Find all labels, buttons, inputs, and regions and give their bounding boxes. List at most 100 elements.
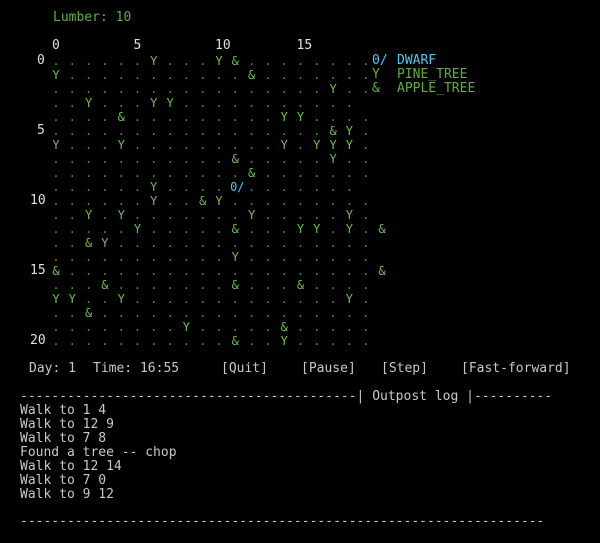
- ground-tile: .: [52, 208, 60, 222]
- pine-tree-tile[interactable]: Y: [341, 222, 357, 236]
- ground-tile: .: [280, 180, 288, 194]
- pine-tree-tile[interactable]: Y: [309, 222, 325, 236]
- pine-tree-tile[interactable]: Y: [64, 292, 80, 306]
- apple-tree-tile[interactable]: &: [227, 54, 243, 68]
- pine-tree-tile[interactable]: Y: [81, 96, 97, 110]
- step-button[interactable]: [Step]: [381, 362, 428, 376]
- pine-tree-tile[interactable]: Y: [244, 208, 260, 222]
- pine-tree-tile[interactable]: Y: [276, 334, 292, 348]
- apple-tree-tile[interactable]: &: [374, 222, 390, 236]
- pine-tree-tile[interactable]: Y: [113, 138, 129, 152]
- pine-tree-tile[interactable]: Y: [146, 180, 162, 194]
- pine-tree-tile[interactable]: Y: [293, 222, 309, 236]
- ground-tile: .: [199, 68, 207, 82]
- ground-tile: .: [150, 166, 158, 180]
- apple-tree-tile[interactable]: &: [374, 264, 390, 278]
- ground-tile: .: [280, 208, 288, 222]
- pine-tree-tile[interactable]: Y: [130, 222, 146, 236]
- ground-tile: .: [101, 54, 109, 68]
- pine-tree-tile[interactable]: Y: [48, 138, 64, 152]
- fast-forward-button[interactable]: [Fast-forward]: [461, 362, 571, 376]
- apple-tree-tile[interactable]: &: [97, 278, 113, 292]
- pine-tree-tile[interactable]: Y: [48, 68, 64, 82]
- pine-tree-tile[interactable]: Y: [325, 152, 341, 166]
- pine-tree-tile[interactable]: Y: [341, 292, 357, 306]
- pine-tree-tile[interactable]: Y: [178, 320, 194, 334]
- quit-button[interactable]: [Quit]: [221, 362, 268, 376]
- pine-tree-tile[interactable]: Y: [325, 138, 341, 152]
- ground-tile: .: [101, 264, 109, 278]
- pine-tree-tile[interactable]: Y: [162, 96, 178, 110]
- ground-tile: .: [52, 180, 60, 194]
- pine-tree-tile[interactable]: Y: [293, 110, 309, 124]
- pine-tree-tile[interactable]: Y: [81, 208, 97, 222]
- pine-tree-tile[interactable]: Y: [146, 54, 162, 68]
- ground-tile: .: [133, 166, 142, 180]
- ground-tile: .: [68, 334, 76, 348]
- pine-tree-tile[interactable]: Y: [113, 292, 129, 306]
- pause-button[interactable]: [Pause]: [301, 362, 356, 376]
- apple-tree-tile[interactable]: &: [227, 278, 243, 292]
- apple-tree-tile[interactable]: &: [276, 320, 292, 334]
- log-line: Walk to 1 4: [20, 403, 107, 418]
- row-tick: 15: [30, 263, 46, 278]
- pine-tree-tile[interactable]: Y: [211, 54, 227, 68]
- ground-tile: .: [215, 96, 223, 110]
- ground-tile: .: [264, 152, 272, 166]
- pine-tree-tile[interactable]: Y: [113, 208, 129, 222]
- apple-tree-tile[interactable]: &: [227, 152, 243, 166]
- ground-tile: .: [182, 138, 190, 152]
- apple-tree-tile[interactable]: &: [293, 278, 309, 292]
- pine-tree-tile[interactable]: Y: [211, 194, 227, 208]
- ground-tile: .: [362, 236, 370, 250]
- apple-tree-tile[interactable]: &: [244, 68, 260, 82]
- ground-tile: .: [133, 82, 142, 96]
- apple-tree-tile[interactable]: &: [227, 334, 243, 348]
- ground-tile: .: [231, 68, 239, 82]
- ground-tile: .: [362, 334, 370, 348]
- ground-tile: .: [215, 278, 223, 292]
- ground-tile: .: [362, 110, 370, 124]
- pine-tree-tile[interactable]: Y: [276, 110, 292, 124]
- ground-tile: .: [182, 110, 190, 124]
- ground-tile: .: [313, 236, 321, 250]
- pine-tree-tile[interactable]: Y: [341, 138, 357, 152]
- pine-tree-tile[interactable]: Y: [325, 82, 341, 96]
- ground-tile: .: [52, 278, 60, 292]
- pine-tree-tile[interactable]: Y: [341, 124, 357, 138]
- ground-tile: .: [329, 208, 337, 222]
- ground-tile: .: [182, 334, 190, 348]
- pine-tree-tile[interactable]: Y: [227, 250, 243, 264]
- ground-tile: .: [84, 152, 93, 166]
- ground-tile: .: [166, 180, 174, 194]
- ground-tile: .: [133, 138, 142, 152]
- ground-tile: .: [150, 152, 158, 166]
- ground-tile: .: [133, 54, 142, 68]
- pine-tree-tile[interactable]: Y: [146, 96, 162, 110]
- apple-tree-tile[interactable]: &: [325, 124, 341, 138]
- apple-tree-tile[interactable]: &: [81, 236, 97, 250]
- apple-tree-tile[interactable]: &: [81, 306, 97, 320]
- pine-tree-tile[interactable]: Y: [309, 138, 325, 152]
- log-line: Found a tree -- chop: [20, 445, 177, 460]
- apple-tree-tile[interactable]: &: [48, 264, 64, 278]
- ground-tile: .: [117, 236, 125, 250]
- ground-tile: .: [329, 166, 337, 180]
- ground-tile: .: [296, 208, 305, 222]
- apple-tree-tile[interactable]: &: [195, 194, 211, 208]
- apple-tree-tile[interactable]: &: [227, 222, 243, 236]
- apple-tree-tile[interactable]: &: [113, 110, 129, 124]
- apple-tree-tile[interactable]: &: [244, 166, 260, 180]
- pine-tree-tile[interactable]: Y: [97, 236, 113, 250]
- ground-tile: .: [166, 194, 174, 208]
- ground-tile: .: [362, 264, 370, 278]
- ground-tile: .: [296, 292, 305, 306]
- ground-tile: .: [231, 264, 239, 278]
- ground-tile: .: [345, 54, 353, 68]
- pine-tree-tile[interactable]: Y: [341, 208, 357, 222]
- pine-tree-tile[interactable]: Y: [146, 194, 162, 208]
- pine-tree-tile[interactable]: Y: [276, 138, 292, 152]
- ground-tile: .: [264, 236, 272, 250]
- ground-tile: .: [329, 250, 337, 264]
- pine-tree-tile[interactable]: Y: [48, 292, 64, 306]
